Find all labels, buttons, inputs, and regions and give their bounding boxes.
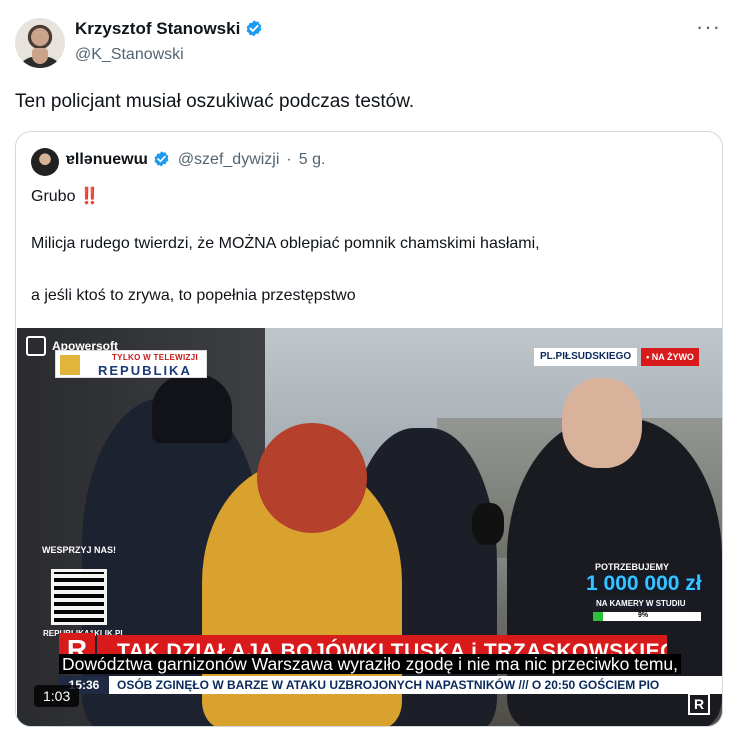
tweet: Krzysztof Stanowski @K_Stanowski ··· Ten… xyxy=(0,0,743,745)
author-name[interactable]: Krzysztof Stanowski xyxy=(75,19,240,39)
avatar-hands xyxy=(32,48,48,64)
channel-logo-big: REPUBLIKA xyxy=(98,363,192,378)
quoted-handle: @szef_dywizji xyxy=(177,150,280,168)
quoted-line-2: Milicja rudego twierdzi, że MOŻNA oblepi… xyxy=(31,235,540,252)
video-player[interactable]: Apowersoft TYLKO W TELEWIZJI REPUBLIKA P… xyxy=(17,328,722,726)
fund-amount: 1 000 000 zł xyxy=(586,572,702,595)
quoted-time: 5 g. xyxy=(298,150,326,168)
author-name-row: Krzysztof Stanowski xyxy=(75,19,264,39)
quoted-separator: · xyxy=(286,150,292,168)
more-options-icon[interactable]: ··· xyxy=(696,16,721,38)
quoted-name: ɐllənuewɯ xyxy=(66,150,148,168)
fund-label: POTRZEBUJEMY xyxy=(595,562,670,572)
channel-logo-small: TYLKO W TELEWIZJI xyxy=(112,353,198,362)
quoted-tweet[interactable]: ɐllənuewɯ @szef_dywizji · 5 g. Grubo ‼️ … xyxy=(15,131,723,727)
subtitle-text: Dowództwa garnizonów Warszawa wyraziło z… xyxy=(59,654,681,674)
watermark-icon xyxy=(26,336,46,356)
live-badge: • NA ŻYWO xyxy=(641,348,699,366)
channel-logo-icon xyxy=(60,355,80,375)
quoted-line-1: Grubo ‼️ xyxy=(31,188,100,205)
quoted-verified-badge-icon xyxy=(154,151,169,167)
qr-code xyxy=(51,569,107,625)
location-name: PL.PIŁSUDSKIEGO xyxy=(534,348,638,366)
fund-sub: NA KAMERY W STUDIU xyxy=(593,598,689,609)
author-avatar[interactable] xyxy=(15,18,65,68)
video-scene-woman-hair xyxy=(257,423,367,533)
fund-progress-fill xyxy=(593,612,603,621)
support-label: WESPRZYJ NAS! xyxy=(41,545,116,555)
verified-badge-icon xyxy=(246,20,262,37)
quoted-line-3: a jeśli ktoś to zrywa, to popełnia przes… xyxy=(31,287,356,304)
news-ticker: OSÓB ZGINĘŁO W BARZE W ATAKU UZBROJONYCH… xyxy=(109,676,722,694)
location-badge: PL.PIŁSUDSKIEGO • NA ŻYWO xyxy=(534,348,699,366)
video-duration: 1:03 xyxy=(34,685,80,707)
video-scene-policeman-head xyxy=(152,373,232,443)
subtitle: Dowództwa garnizonów Warszawa wyraziło z… xyxy=(17,654,722,675)
fund-percent: 9% xyxy=(638,612,649,619)
author-handle[interactable]: @K_Stanowski xyxy=(75,46,184,64)
channel-logo: TYLKO W TELEWIZJI REPUBLIKA xyxy=(55,350,207,378)
tweet-text: Ten policjant musiał oszukiwać podczas t… xyxy=(15,91,415,112)
video-scene-reporter-head xyxy=(562,378,642,468)
corner-logo: R xyxy=(688,693,710,715)
quoted-avatar xyxy=(31,148,59,176)
video-scene-microphone xyxy=(472,503,504,545)
quoted-header: ɐllənuewɯ @szef_dywizji · 5 g. xyxy=(66,150,325,169)
